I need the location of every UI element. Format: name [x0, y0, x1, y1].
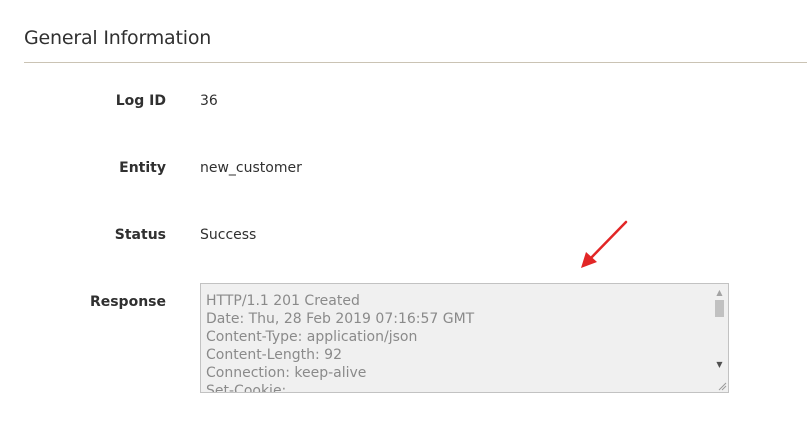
scroll-up-icon[interactable]: ▲	[711, 286, 728, 300]
status-value: Success	[200, 227, 257, 243]
response-text: HTTP/1.1 201 Created Date: Thu, 28 Feb 2…	[206, 293, 475, 393]
section-divider	[24, 62, 807, 63]
entity-value: new_customer	[200, 160, 302, 176]
response-scrollbar[interactable]: ▲ ▼	[711, 284, 728, 392]
log-id-label: Log ID	[115, 93, 166, 109]
response-textarea[interactable]: HTTP/1.1 201 Created Date: Thu, 28 Feb 2…	[200, 283, 729, 393]
entity-label: Entity	[119, 160, 166, 176]
section-title: General Information	[24, 27, 212, 49]
log-id-value: 36	[200, 93, 218, 109]
scroll-down-icon[interactable]: ▼	[711, 358, 728, 372]
annotation-arrow-icon	[581, 220, 628, 268]
resize-grip-icon[interactable]	[717, 381, 727, 391]
status-label: Status	[114, 227, 166, 243]
response-label: Response	[89, 294, 166, 310]
scroll-thumb[interactable]	[715, 300, 724, 317]
